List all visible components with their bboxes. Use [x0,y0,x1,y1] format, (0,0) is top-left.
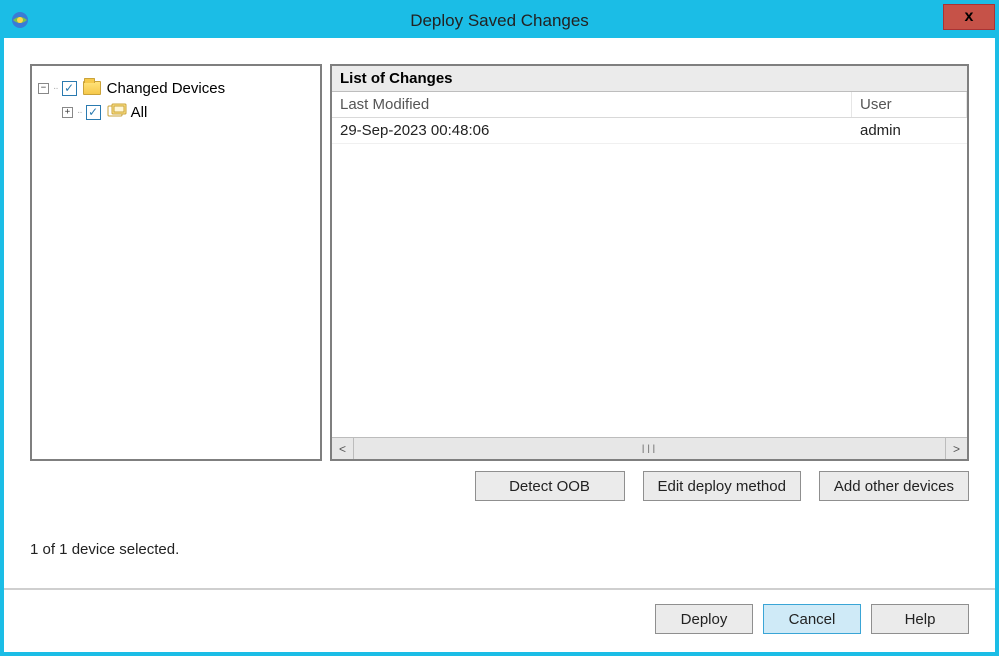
footer-button-row: Deploy Cancel Help [4,588,995,634]
scroll-track[interactable]: III [354,438,945,459]
collapse-icon[interactable]: − [38,83,49,94]
titlebar: Deploy Saved Changes x [4,4,995,38]
column-headers: Last Modified User [332,92,967,118]
panels: − ·· ✓ Changed Devices + ·· ✓ All [30,64,969,461]
horizontal-scrollbar[interactable]: < III > [332,437,967,459]
checkbox-changed-devices[interactable]: ✓ [62,81,77,96]
tree-connector: ·· [53,83,58,94]
cell-user: admin [852,118,967,143]
column-last-modified[interactable]: Last Modified [332,92,852,117]
content-area: − ·· ✓ Changed Devices + ·· ✓ All [4,38,995,578]
edit-deploy-method-button[interactable]: Edit deploy method [643,471,801,501]
device-tree-panel: − ·· ✓ Changed Devices + ·· ✓ All [30,64,322,461]
checkbox-all[interactable]: ✓ [86,105,101,120]
scroll-left-icon[interactable]: < [332,438,354,459]
tree-child: + ·· ✓ All [38,100,314,124]
tree-root-label: Changed Devices [107,80,225,97]
table-row[interactable]: 29-Sep-2023 00:48:06 admin [332,118,967,144]
close-button[interactable]: x [943,4,995,30]
tree-root: − ·· ✓ Changed Devices [38,76,314,100]
window-title: Deploy Saved Changes [410,11,589,31]
tree-connector: ·· [77,107,82,118]
cell-last-modified: 29-Sep-2023 00:48:06 [332,118,852,143]
changes-list-panel: List of Changes Last Modified User 29-Se… [330,64,969,461]
tree-child-label: All [131,104,148,121]
expand-icon[interactable]: + [62,107,73,118]
deploy-button[interactable]: Deploy [655,604,753,634]
device-group-icon [107,105,125,119]
add-other-devices-button[interactable]: Add other devices [819,471,969,501]
scroll-right-icon[interactable]: > [945,438,967,459]
column-user[interactable]: User [852,92,967,117]
cancel-button[interactable]: Cancel [763,604,861,634]
help-button[interactable]: Help [871,604,969,634]
app-icon [10,10,30,30]
table-body: 29-Sep-2023 00:48:06 admin [332,118,967,437]
mid-button-row: Detect OOB Edit deploy method Add other … [30,461,969,501]
folder-icon [83,81,101,95]
list-header: List of Changes [332,66,967,92]
selection-status: 1 of 1 device selected. [30,541,969,558]
detect-oob-button[interactable]: Detect OOB [475,471,625,501]
